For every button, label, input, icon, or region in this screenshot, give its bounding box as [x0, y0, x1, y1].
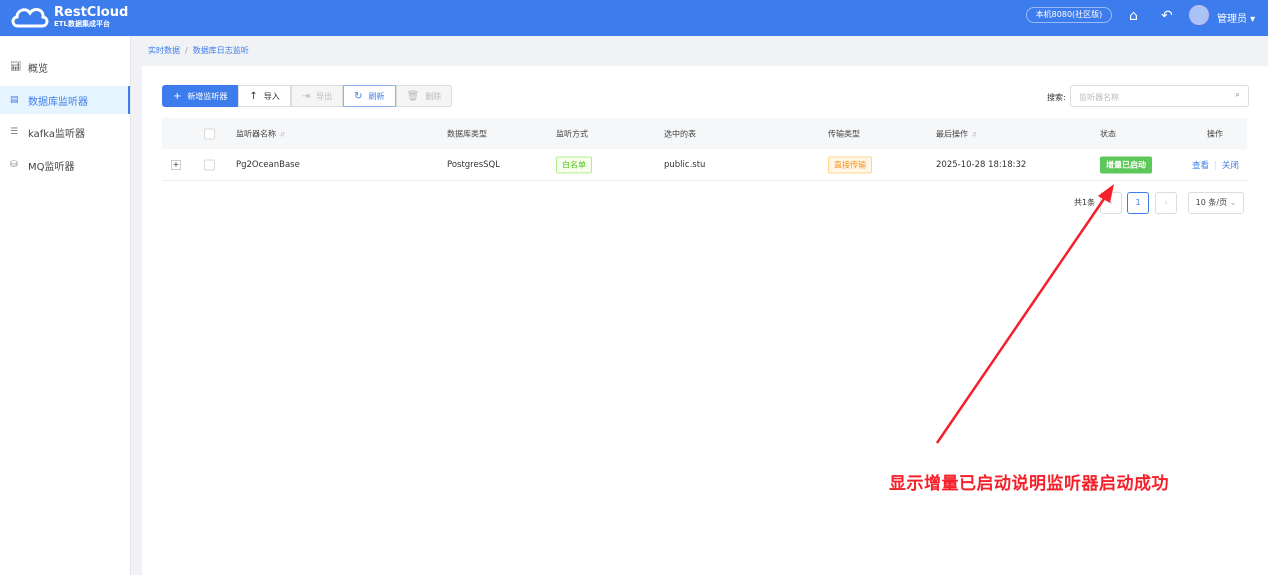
annotation-text: 显示增量已启动说明监听器启动成功 — [889, 474, 1169, 494]
